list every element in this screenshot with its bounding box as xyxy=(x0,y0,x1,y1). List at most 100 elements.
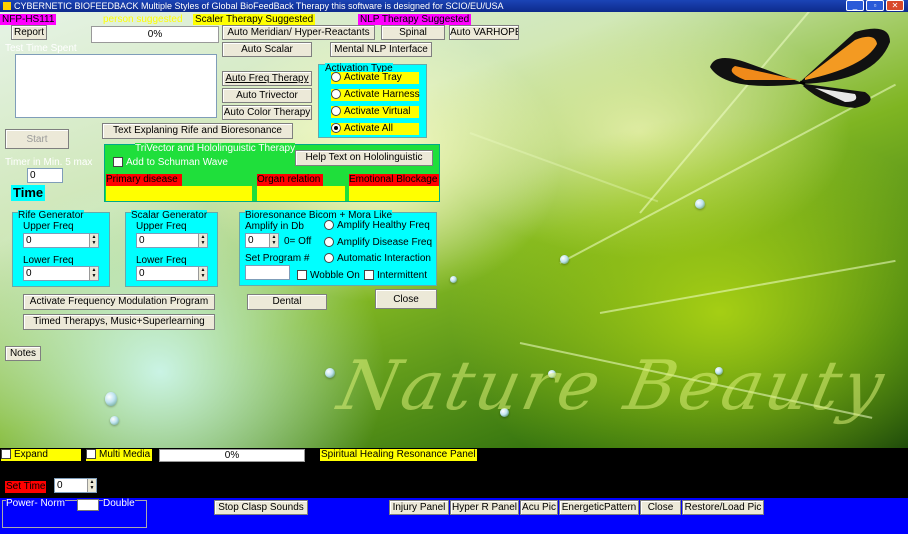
close-main-button[interactable]: Close xyxy=(375,289,437,309)
scalar-lower-value: 0 xyxy=(139,268,145,279)
schuman-checkbox[interactable]: Add to Schuman Wave xyxy=(113,157,228,169)
expand-label: Expand xyxy=(14,449,48,460)
title-bar: CYBERNETIC BIOFEEDBACK Multiple Styles o… xyxy=(0,0,908,12)
amplify-disease-radio[interactable]: Amplify Disease Freq xyxy=(324,237,434,249)
power-slider-thumb[interactable] xyxy=(77,499,99,511)
rife-upper-value: 0 xyxy=(26,235,32,246)
auto-freq-therapy-button[interactable]: Auto Freq Therapy xyxy=(222,71,312,86)
multimedia-checkbox[interactable]: Multi Media xyxy=(86,449,152,461)
activate-tray-radio[interactable]: Activate Tray xyxy=(331,72,419,84)
energetic-pattern-button[interactable]: EnergeticPattern xyxy=(559,500,639,515)
nfp-label: NFP-HS111 xyxy=(0,14,57,25)
organ-relation-field[interactable] xyxy=(257,186,345,201)
checkbox-icon xyxy=(364,270,374,281)
amplify-healthy-radio[interactable]: Amplify Healthy Freq xyxy=(324,220,430,232)
expand-checkbox[interactable]: Expand xyxy=(1,449,81,461)
acu-pic-button[interactable]: Acu Pic xyxy=(520,500,558,515)
auto-varhope-button[interactable]: Auto VARHOPE xyxy=(449,25,519,40)
top-progress-bar: 0% xyxy=(91,26,219,43)
scalar-generator-panel: Scalar Generator Upper Freq 0 ▲ ▼ Lower Fr… xyxy=(125,210,218,287)
checkbox-icon xyxy=(1,449,11,460)
activate-virtual-radio[interactable]: Activate Virtual xyxy=(331,106,419,118)
auto-trivector-button[interactable]: Auto Trivector xyxy=(222,88,312,103)
double-label: Double xyxy=(103,498,135,510)
activate-harness-label: Activate Harness xyxy=(344,89,420,100)
checkbox-icon xyxy=(113,157,123,168)
checkbox-icon xyxy=(297,270,307,281)
scalar-upper-value: 0 xyxy=(139,235,145,246)
checkbox-icon xyxy=(86,449,96,460)
intermittent-label: Intermittent xyxy=(377,270,428,281)
activate-virtual-label: Activate Virtual xyxy=(344,106,411,117)
spin-arrows-icon[interactable]: ▲ ▼ xyxy=(198,234,207,247)
nature-beauty-text: Nature Beauty xyxy=(331,347,894,426)
stop-clasp-sounds-button[interactable]: Stop Clasp Sounds xyxy=(214,500,308,515)
spiritual-healing-label[interactable]: Spiritual Healing Resonance Panel xyxy=(320,449,477,461)
scalar-lower-freq-input[interactable]: 0 ▲ ▼ xyxy=(136,266,208,281)
injury-panel-button[interactable]: Injury Panel xyxy=(389,500,449,515)
close-bottom-button[interactable]: Close xyxy=(640,500,681,515)
spin-arrows-icon[interactable]: ▲ ▼ xyxy=(87,479,96,492)
dental-button[interactable]: Dental xyxy=(247,294,327,310)
text-explaining-rife-button[interactable]: Text Explaning Rife and Bioresonance xyxy=(102,123,293,139)
window-title: CYBERNETIC BIOFEEDBACK Multiple Styles o… xyxy=(14,1,504,11)
help-hololinguistic-button[interactable]: Help Text on Hololinguistic xyxy=(295,150,433,166)
radio-icon xyxy=(331,72,341,83)
auto-color-therapy-button[interactable]: Auto Color Therapy xyxy=(222,105,312,120)
amplify-label: Amplify in Db xyxy=(245,221,304,232)
multimedia-label: Multi Media xyxy=(99,449,151,460)
spinal-button[interactable]: Spinal xyxy=(381,25,445,40)
activate-all-radio[interactable]: Activate All xyxy=(331,123,419,135)
rife-lower-freq-input[interactable]: 0 ▲ ▼ xyxy=(23,266,99,281)
bioresonance-bicom-panel: Bioresonance Bicom + Mora Like Amplify i… xyxy=(239,210,437,286)
rife-lower-value: 0 xyxy=(26,268,32,279)
spin-arrows-icon[interactable]: ▲ ▼ xyxy=(89,234,98,247)
timer-value: 0 xyxy=(30,170,36,181)
spin-arrows-icon[interactable]: ▲ ▼ xyxy=(269,234,278,247)
amplify-db-input[interactable]: 0 ▲ ▼ xyxy=(245,233,279,248)
set-time-input[interactable]: 0 ▲ ▼ xyxy=(54,478,97,493)
radio-icon xyxy=(324,253,334,264)
restore-load-pic-button[interactable]: Restore/Load Pic xyxy=(682,500,764,515)
time-label: Time xyxy=(11,185,46,201)
primary-disease-field[interactable] xyxy=(106,186,252,201)
start-button[interactable]: Start xyxy=(5,129,69,149)
auto-meridian-button[interactable]: Auto Meridian/ Hyper-Reactants xyxy=(222,25,375,40)
activate-tray-label: Activate Tray xyxy=(344,72,402,83)
bottom-progress-bar: 0% xyxy=(159,449,305,462)
maximize-button[interactable]: ▫ xyxy=(866,0,884,11)
hyper-r-panel-button[interactable]: Hyper R Panel xyxy=(450,500,519,515)
spin-arrows-icon[interactable]: ▲ ▼ xyxy=(89,267,98,280)
spin-arrows-icon[interactable]: ▲ ▼ xyxy=(198,267,207,280)
rife-upper-freq-input[interactable]: 0 ▲ ▼ xyxy=(23,233,99,248)
activation-type-panel: Activation Type Activate Tray Activate H… xyxy=(318,63,427,138)
close-window-button[interactable]: ✕ xyxy=(886,0,904,11)
app-icon xyxy=(3,2,11,10)
emotional-blockage-label: Emotional Blockage xyxy=(349,174,439,186)
scalar-upper-label: Upper Freq xyxy=(136,221,187,232)
test-time-textarea[interactable] xyxy=(15,54,217,118)
set-program-label: Set Program # xyxy=(245,253,310,264)
butterfly-image xyxy=(710,28,890,108)
auto-scalar-button[interactable]: Auto Scalar xyxy=(222,42,312,57)
power-norm-label: Power- Norm xyxy=(6,498,65,510)
amplify-value: 0 xyxy=(248,235,254,246)
timed-therapy-button[interactable]: Timed Therapys, Music+Superlearning xyxy=(23,314,215,330)
scalar-upper-freq-input[interactable]: 0 ▲ ▼ xyxy=(136,233,208,248)
set-program-input[interactable] xyxy=(245,265,290,280)
minimize-button[interactable]: _ xyxy=(846,0,864,11)
activate-all-label: Activate All xyxy=(344,123,393,134)
trivector-title: TriVector and Hololinguistic Therapy xyxy=(135,143,296,155)
timer-input[interactable]: 0 xyxy=(27,168,63,183)
mental-nlp-button[interactable]: Mental NLP Interface xyxy=(330,42,432,57)
activate-frequency-modulation-button[interactable]: Activate Frequency Modulation Program xyxy=(23,294,215,310)
intermittent-checkbox[interactable]: Intermittent xyxy=(364,270,427,282)
report-button[interactable]: Report xyxy=(11,25,47,40)
scaler-suggested-label: Scaler Therapy Suggested xyxy=(193,14,316,25)
wobble-checkbox[interactable]: Wobble On xyxy=(297,270,360,282)
radio-selected-icon xyxy=(331,123,341,134)
activate-harness-radio[interactable]: Activate Harness xyxy=(331,89,420,101)
notes-button[interactable]: Notes xyxy=(5,346,41,361)
automatic-interaction-radio[interactable]: Automatic Interaction xyxy=(324,253,431,265)
emotional-blockage-field[interactable] xyxy=(349,186,439,201)
